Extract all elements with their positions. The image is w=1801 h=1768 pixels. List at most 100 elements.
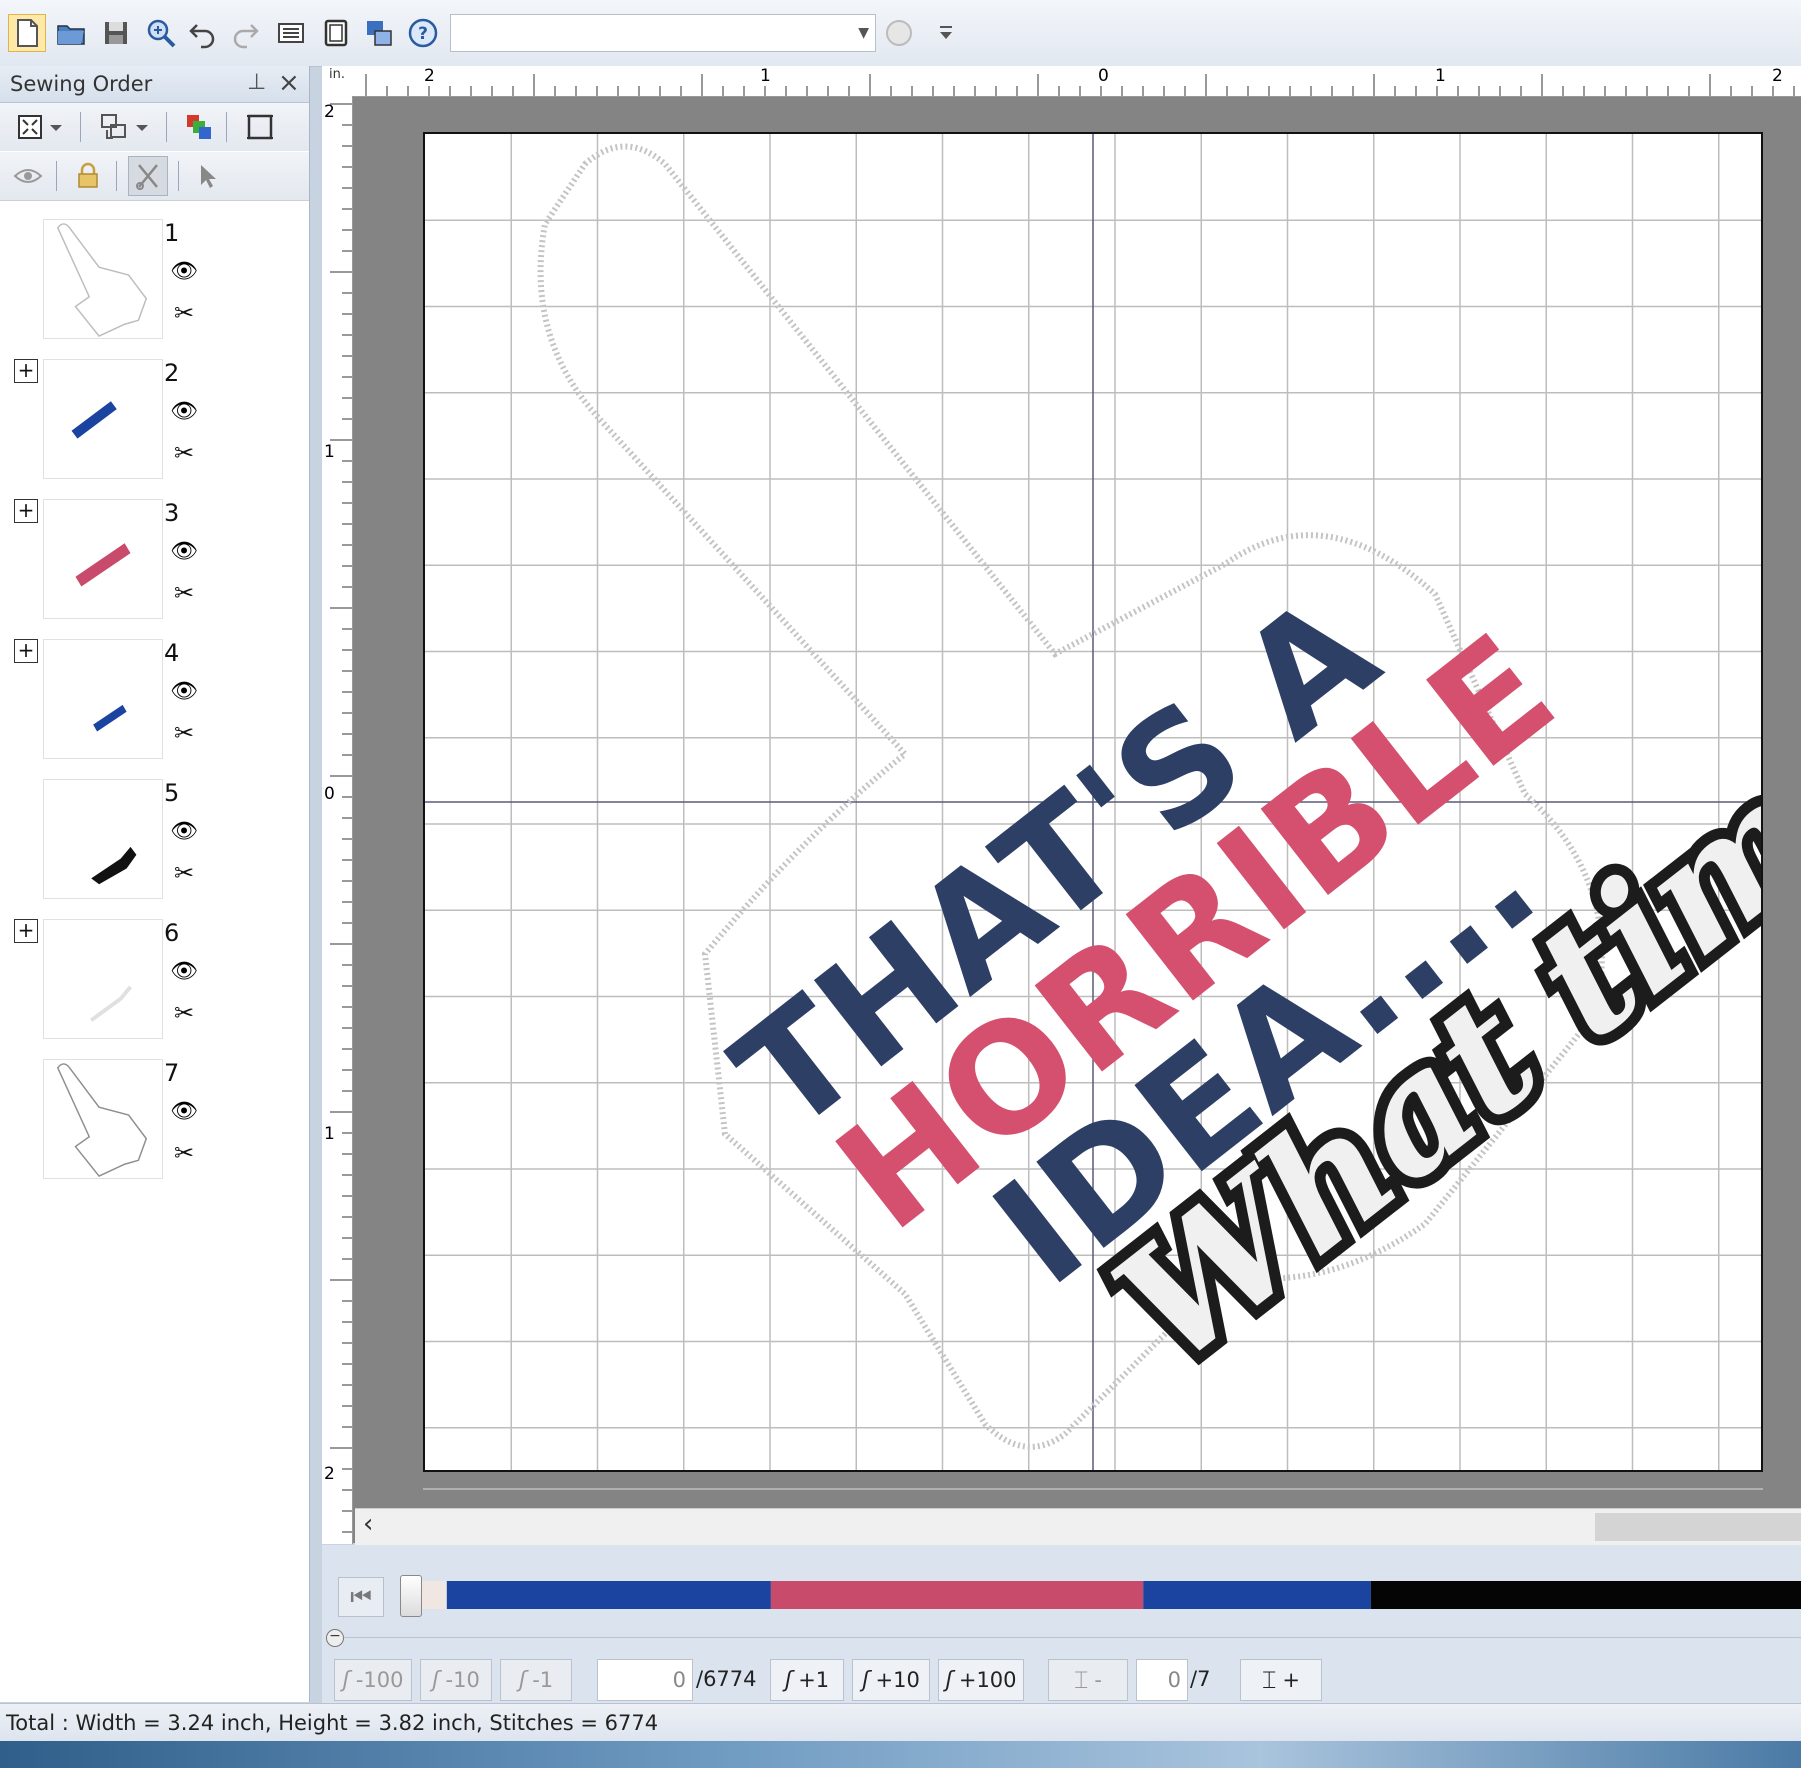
sewing-order-panel: Sewing Order ⊥ × 1 👁 ✂ + 2 👁 ✂ + 3 👁 ✂ +… [0,66,310,1702]
item-number: 7 [164,1059,180,1087]
close-icon[interactable]: × [278,68,300,98]
design-property-icon[interactable] [272,14,310,52]
thumbnail [43,499,163,619]
frame-icon[interactable] [242,109,278,145]
ruler-label: 2 [324,102,335,122]
scissors-icon[interactable]: ✂ [174,299,194,327]
eye-icon[interactable]: 👁 [170,819,198,844]
group-icon[interactable] [96,109,132,145]
chevron-down-icon[interactable] [46,109,66,145]
color-input[interactable]: 0 [1136,1659,1188,1701]
scrollbar-thumb[interactable] [1595,1513,1801,1541]
vertical-ruler: 2 1 0 1 2 [322,96,353,1544]
thumbnail [43,779,163,899]
item-number: 4 [164,639,180,667]
color-total: /7 [1190,1667,1211,1691]
expand-icon[interactable]: + [14,359,38,383]
eye-icon[interactable]: 👁 [170,1099,198,1124]
list-item[interactable]: 1 👁 ✂ [0,219,309,359]
back-1-button[interactable]: ʃ -1 [500,1659,572,1701]
chevron-down-icon[interactable] [132,109,152,145]
chevron-down-icon[interactable]: ▼ [858,25,869,41]
pointer-icon[interactable] [190,158,226,194]
color-segment [422,1581,447,1609]
status-bar: Total : Width = 3.24 inch, Height = 3.82… [0,1703,1801,1742]
collapse-icon[interactable]: − [326,1629,344,1647]
main-toolbar: ? ▼ [0,0,1801,67]
horizontal-scrollbar[interactable]: ‹ [355,1508,1801,1545]
item-number: 1 [164,219,180,247]
item-number: 6 [164,919,180,947]
thumbnail [43,639,163,759]
scissors-icon[interactable]: ✂ [174,999,194,1027]
circle-disabled-icon[interactable] [880,14,918,52]
list-item[interactable]: + 2 👁 ✂ [0,359,309,499]
eye-icon[interactable]: 👁 [170,679,198,704]
ruler-label: 1 [324,1124,335,1144]
thumbnail [43,919,163,1039]
item-number: 3 [164,499,180,527]
ruler-label: 2 [324,1464,335,1484]
expand-icon[interactable]: + [14,919,38,943]
undo-icon[interactable] [184,14,222,52]
eye-icon[interactable]: 👁 [170,399,198,424]
item-number: 2 [164,359,180,387]
forward-100-button[interactable]: ʃ +100 [938,1659,1024,1701]
eye-icon[interactable]: 👁 [170,959,198,984]
color-segment [446,1581,771,1609]
pin-icon[interactable]: ⊥ [247,70,266,95]
eye-icon[interactable] [10,158,46,194]
toolbar-overflow-icon[interactable] [928,14,964,52]
fit-to-view-icon[interactable] [12,109,48,145]
scissors-icon[interactable]: ✂ [174,719,194,747]
list-item[interactable]: + 6 👁 ✂ [0,919,309,1059]
scissors-icon[interactable]: ✂ [174,439,194,467]
stitch-simulator: ⏮ − ʃ -100 ʃ -10 ʃ -1 0 /6774 ʃ +1 ʃ +10 ʃ +10… [322,1545,1801,1703]
save-icon[interactable] [97,14,135,52]
hoop-area[interactable]: THAT'S A HORRIBLE IDEA.... What time? Wh… [423,132,1763,1472]
eye-icon[interactable]: 👁 [170,539,198,564]
ruler-label: 1 [324,442,335,462]
lock-icon[interactable] [70,158,106,194]
ruler-label: 0 [324,784,335,804]
stitch-slider[interactable] [400,1575,422,1617]
panel-toolbar-bottom [0,152,309,201]
new-icon[interactable] [8,14,46,52]
list-item[interactable]: 5 👁 ✂ [0,779,309,919]
expand-icon[interactable]: + [14,639,38,663]
transfer-icon[interactable] [360,14,398,52]
ruler-label: 0 [1098,66,1109,86]
forward-1-button[interactable]: ʃ +1 [770,1659,844,1701]
list-item[interactable]: 7 👁 ✂ [0,1059,309,1199]
scissors-icon[interactable]: ✂ [174,1139,194,1167]
scissors-icon[interactable]: ✂ [174,859,194,887]
help-icon[interactable]: ? [404,14,442,52]
eye-icon[interactable]: 👁 [170,259,198,284]
list-item[interactable]: + 4 👁 ✂ [0,639,309,779]
scissors-toggle-icon[interactable] [128,156,168,196]
design-combo[interactable]: ▼ [450,14,876,52]
panel-toolbar-top [0,103,309,151]
redo-icon[interactable] [226,14,264,52]
color-segment [770,1581,1144,1609]
canvas-divider [423,1488,1763,1490]
expand-icon[interactable]: + [14,499,38,523]
ruler-label: 1 [760,66,771,86]
back-10-button[interactable]: ʃ -10 [420,1659,492,1701]
thumbnail [43,219,163,339]
color-back-button[interactable]: ⌶ - [1048,1659,1128,1701]
color-sort-icon[interactable] [181,109,217,145]
item-number: 5 [164,779,180,807]
open-folder-icon[interactable] [52,14,90,52]
scissors-icon[interactable]: ✂ [174,579,194,607]
zoom-icon[interactable] [142,14,180,52]
ruler-label: 2 [1772,66,1783,86]
hoop-icon[interactable] [317,14,355,52]
forward-10-button[interactable]: ʃ +10 [852,1659,930,1701]
color-forward-button[interactable]: ⌶ + [1240,1659,1322,1701]
list-item[interactable]: + 3 👁 ✂ [0,499,309,639]
scroll-left-icon[interactable]: ‹ [363,1509,373,1539]
go-to-start-icon[interactable]: ⏮ [338,1577,384,1617]
back-100-button[interactable]: ʃ -100 [334,1659,412,1701]
stitch-input[interactable]: 0 [597,1659,693,1701]
